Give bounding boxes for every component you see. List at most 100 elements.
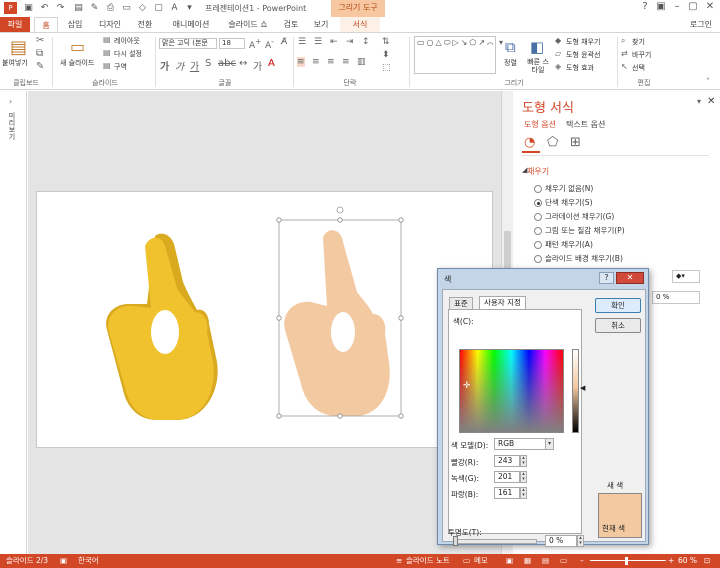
transparency-slider-thumb[interactable] xyxy=(453,536,458,546)
fill-option-none[interactable]: 채우기 없음(N) xyxy=(534,183,593,194)
rotate-handle[interactable] xyxy=(336,206,344,214)
tab-transitions[interactable]: 전환 xyxy=(132,17,158,32)
fill-section-header[interactable]: 채우기 xyxy=(527,166,549,177)
tab-text-options[interactable]: 텍스트 옵션 xyxy=(566,119,605,130)
find-button[interactable]: 찾기 xyxy=(632,37,645,47)
numbering-icon[interactable]: ☰ xyxy=(314,37,322,47)
tab-design[interactable]: 디자인 xyxy=(92,17,128,32)
tab-standard[interactable]: 표준 xyxy=(449,297,473,309)
slideshow-view-icon[interactable]: ▭ xyxy=(560,554,567,568)
transparency-slider[interactable] xyxy=(453,539,537,544)
tab-insert[interactable]: 삽입 xyxy=(62,17,88,32)
pane-close-icon[interactable]: ✕ xyxy=(707,96,715,107)
fill-option-slide-background[interactable]: 슬라이드 배경 채우기(B) xyxy=(534,253,623,264)
paste-icon[interactable]: ▤ xyxy=(10,37,27,58)
comments-button[interactable]: 메모 xyxy=(474,554,488,568)
shape-fill-button[interactable]: 도형 채우기 xyxy=(566,37,600,47)
fill-option-pattern[interactable]: 패턴 채우기(A) xyxy=(534,239,593,250)
help-icon[interactable]: ? xyxy=(638,1,652,12)
luminance-pointer-icon[interactable]: ◀ xyxy=(580,384,585,392)
decrease-indent-icon[interactable]: ⇤ xyxy=(330,37,338,47)
radio-gradient[interactable] xyxy=(534,213,542,221)
color-spectrum[interactable] xyxy=(459,349,564,433)
color-model-select[interactable]: RGB xyxy=(494,438,549,450)
select-button[interactable]: 선택 xyxy=(632,63,645,73)
paste-button[interactable]: 붙여넣기 xyxy=(2,58,28,68)
radio-none[interactable] xyxy=(534,185,542,193)
new-slide-button[interactable]: 새 슬라이드 xyxy=(60,58,94,68)
align-center-icon[interactable]: ≡ xyxy=(312,57,320,67)
pane-transparency-field[interactable]: 0 % xyxy=(652,291,700,304)
underline-icon[interactable]: 가 xyxy=(190,58,199,73)
font-color-icon[interactable]: A xyxy=(268,58,275,69)
print-icon[interactable]: ⎙ xyxy=(104,2,117,14)
change-case-icon[interactable]: 가 xyxy=(253,58,262,73)
close-icon[interactable]: ✕ xyxy=(703,1,717,12)
shadow-icon[interactable]: S xyxy=(205,58,211,69)
transparency-input[interactable]: 0 % xyxy=(545,535,577,547)
zoom-slider[interactable] xyxy=(590,560,666,561)
blue-spinner[interactable]: ▴ ▾ xyxy=(520,487,527,499)
shrink-font-icon[interactable]: A- xyxy=(265,37,274,51)
italic-icon[interactable]: 가 xyxy=(175,58,184,73)
dialog-close-icon[interactable]: ✕ xyxy=(616,272,644,284)
shape-effects-button[interactable]: 도형 효과 xyxy=(566,63,594,73)
normal-view-icon[interactable]: ▣ xyxy=(506,554,513,568)
line-spacing-icon[interactable]: ↕ xyxy=(362,37,370,47)
zoom-out-icon[interactable]: – xyxy=(580,554,584,568)
ok-button[interactable]: 확인 xyxy=(595,298,641,313)
align-right-icon[interactable]: ≡ xyxy=(327,57,335,67)
fill-line-icon[interactable]: ◔ xyxy=(524,135,535,150)
strikethrough-icon[interactable]: abc xyxy=(218,58,236,69)
tab-animations[interactable]: 애니메이션 xyxy=(165,17,217,32)
fill-option-solid[interactable]: 단색 채우기(S) xyxy=(534,197,593,208)
fill-option-gradient[interactable]: 그라데이션 채우기(G) xyxy=(534,211,614,222)
spelling-status-icon[interactable]: ▣ xyxy=(60,554,67,568)
zoom-slider-thumb[interactable] xyxy=(625,557,628,565)
bold-icon[interactable]: 가 xyxy=(160,58,169,73)
fill-option-picture[interactable]: 그림 또는 질감 채우기(P) xyxy=(534,225,625,236)
tab-slideshow[interactable]: 슬라이드 쇼 xyxy=(222,17,274,32)
fit-to-window-icon[interactable]: ⊡ xyxy=(704,554,710,568)
ribbon-display-icon[interactable]: ▣ xyxy=(654,1,668,12)
shapes-icon[interactable]: ◇ xyxy=(136,2,149,14)
luminance-bar[interactable] xyxy=(572,349,579,433)
notes-button[interactable]: 슬라이드 노트 xyxy=(406,554,450,568)
ok-hand-yellow-emoji[interactable] xyxy=(106,233,218,420)
language-status[interactable]: 한국어 xyxy=(78,554,99,568)
char-spacing-icon[interactable]: ↔ xyxy=(239,58,247,69)
font-size-combo[interactable]: 18 xyxy=(219,38,245,49)
transparency-spinner[interactable]: ▴ ▾ xyxy=(577,535,584,547)
radio-pattern[interactable] xyxy=(534,241,542,249)
ok-hand-skin-emoji[interactable] xyxy=(284,230,390,416)
red-spinner[interactable]: ▴ ▾ xyxy=(520,455,527,467)
section-button[interactable]: 구역 xyxy=(114,62,127,72)
effects-icon[interactable]: ⬠ xyxy=(547,135,558,150)
layout-button[interactable]: 레이아웃 xyxy=(114,36,140,46)
color-crosshair-icon[interactable]: ✛ xyxy=(463,381,471,391)
collapse-ribbon-icon[interactable]: ˄ xyxy=(706,77,710,86)
thumbnail-pane-label[interactable]: 미리보기 xyxy=(7,112,17,140)
gallery-scroll-icon[interactable]: ▾ xyxy=(499,38,503,47)
increase-indent-icon[interactable]: ⇥ xyxy=(346,37,354,47)
minimize-icon[interactable]: – xyxy=(670,1,684,12)
tab-file[interactable]: 파일 xyxy=(0,17,30,32)
align-left-icon[interactable]: ≡ xyxy=(297,57,305,67)
font-name-combo[interactable]: 맑은 고딕 (본문 xyxy=(159,38,217,49)
cancel-button[interactable]: 취소 xyxy=(595,318,641,333)
reset-button[interactable]: 다시 설정 xyxy=(114,49,142,59)
radio-slide-background[interactable] xyxy=(534,255,542,263)
smartart-icon[interactable]: ⬚ xyxy=(382,63,391,73)
zoom-in-icon[interactable]: + xyxy=(668,554,674,568)
tab-home[interactable]: 홈 xyxy=(34,17,58,32)
customize-qat-icon[interactable]: ▾ xyxy=(183,2,196,14)
quick-styles-icon[interactable]: ◧ xyxy=(530,38,544,56)
new-slide-icon[interactable]: ▭ xyxy=(70,37,85,56)
justify-icon[interactable]: ≡ xyxy=(342,57,350,67)
slide[interactable] xyxy=(36,191,493,448)
redo-icon[interactable]: ↷ xyxy=(54,2,67,14)
slide-sorter-icon[interactable]: ▦ xyxy=(524,554,531,568)
open-icon[interactable]: ▢ xyxy=(152,2,165,14)
expand-pane-icon[interactable]: › xyxy=(9,97,12,106)
new-icon[interactable]: ▭ xyxy=(120,2,133,14)
